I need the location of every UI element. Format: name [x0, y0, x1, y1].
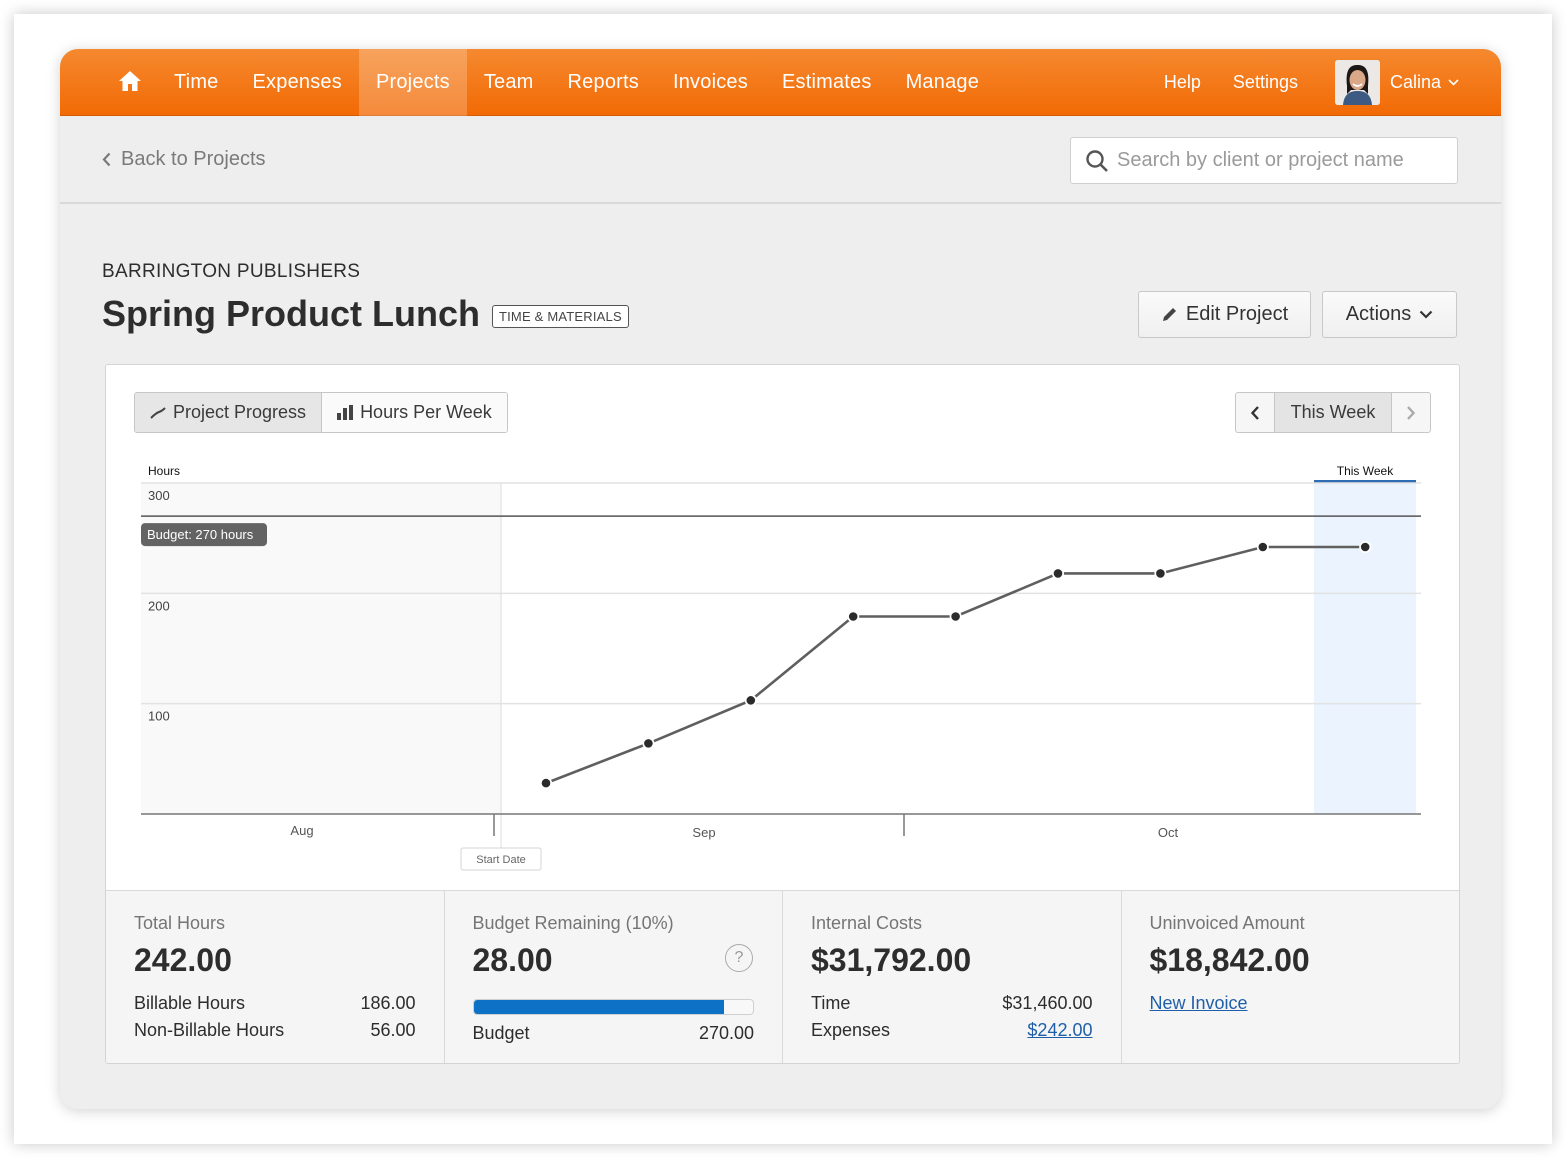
- data-point: [644, 739, 653, 748]
- search-input[interactable]: [1117, 149, 1447, 172]
- non-billable-hours-row: Non-Billable Hours 56.00: [134, 1020, 416, 1041]
- y-tick-label-100: 100: [148, 709, 170, 724]
- row-label: Budget: [472, 1023, 530, 1043]
- top-navigation: Time Expenses Projects Team Reports Invoices E…: [60, 49, 1501, 116]
- data-point: [848, 612, 858, 621]
- project-type-badge: TIME & MATERIALS: [491, 304, 629, 328]
- search-box: [1070, 137, 1458, 184]
- data-point: [951, 612, 960, 621]
- budget-progress-fill: [473, 1000, 724, 1014]
- data-point: [1156, 569, 1165, 578]
- home-icon[interactable]: [118, 69, 142, 93]
- nav-item-invoices[interactable]: Invoices: [656, 49, 765, 116]
- row-value: $31,460.00: [1002, 993, 1093, 1013]
- data-point: [541, 778, 551, 788]
- budget-remaining-value: 28.00: [472, 942, 553, 978]
- stats-bar: Total Hours 242.00 Billable Hours 186.00…: [106, 890, 1460, 1063]
- row-value: 270.00: [698, 1023, 754, 1043]
- project-title-row: Spring Product Lunch TIME & MATERIALS: [102, 293, 629, 335]
- data-point: [746, 696, 756, 705]
- x-month-label-oct: Oct: [1158, 825, 1179, 840]
- x-month-label-sep: Sep: [692, 825, 715, 840]
- user-menu[interactable]: Calina: [1390, 72, 1459, 93]
- budget-label: Budget: 270 hours: [147, 527, 254, 542]
- nav-item-team[interactable]: Team: [467, 49, 551, 116]
- x-month-label-aug: Aug: [290, 823, 313, 838]
- client-name: BARRINGTON PUBLISHERS: [102, 261, 361, 282]
- stat-label: Budget Remaining (10%): [472, 913, 674, 933]
- current-week-label: This Week: [1337, 464, 1394, 478]
- help-link[interactable]: Help: [1164, 72, 1201, 93]
- chevron-down-icon: [1448, 79, 1459, 86]
- back-to-projects-link[interactable]: Back to Projects: [102, 148, 266, 171]
- data-point: [1258, 542, 1268, 552]
- project-progress-panel: Project Progress Hours Per Week This Wee…: [105, 364, 1460, 1064]
- edit-project-label: Edit Project: [1185, 303, 1289, 325]
- start-date-label: Start Date: [476, 854, 526, 866]
- internal-costs-value: $31,792.00: [811, 942, 972, 978]
- row-value: 186.00: [360, 993, 416, 1013]
- stat-internal-costs: Internal Costs $31,792.00 Time $31,460.0…: [783, 891, 1122, 1063]
- chevron-left-icon: [102, 152, 111, 167]
- data-point: [1360, 542, 1370, 552]
- expenses-cost-row: Expenses $242.00: [811, 1020, 1093, 1041]
- new-invoice-row: New Invoice: [1150, 993, 1432, 1014]
- stat-label: Internal Costs: [811, 913, 923, 933]
- row-label: Non-Billable Hours: [134, 1020, 285, 1040]
- row-label: Billable Hours: [134, 993, 246, 1013]
- user-name: Calina: [1389, 72, 1441, 92]
- budget-row: Budget 270.00: [473, 1023, 755, 1044]
- row-label: Expenses: [811, 1020, 891, 1040]
- total-hours-value: 242.00: [134, 942, 232, 978]
- progress-chart: This Week 100 200 300 Hours Budget: 270 hours…: [141, 464, 1421, 871]
- row-value: 56.00: [370, 1020, 416, 1040]
- budget-progress-bar: [472, 999, 754, 1015]
- stat-total-hours: Total Hours 242.00 Billable Hours 186.00…: [106, 891, 445, 1063]
- chevron-down-icon: [1420, 310, 1433, 319]
- pencil-icon: [1162, 308, 1176, 321]
- nav-item-time[interactable]: Time: [157, 49, 236, 116]
- stat-label: Uninvoiced Amount: [1149, 913, 1305, 933]
- stat-label: Total Hours: [134, 913, 226, 933]
- help-icon[interactable]: ?: [725, 944, 753, 972]
- progress-line: [545, 545, 1366, 785]
- new-invoice-link[interactable]: New Invoice: [1150, 993, 1248, 1014]
- search-icon: [1086, 149, 1108, 172]
- settings-link[interactable]: Settings: [1233, 72, 1298, 93]
- edit-project-button[interactable]: Edit Project: [1138, 291, 1311, 338]
- stat-budget-remaining: Budget Remaining (10%) 28.00 ? Budget 27…: [445, 891, 783, 1063]
- y-axis-label: Hours: [148, 464, 180, 478]
- app-window: Time Expenses Projects Team Reports Invoices E…: [60, 49, 1501, 1109]
- nav-item-estimates[interactable]: Estimates: [765, 49, 889, 116]
- billable-hours-row: Billable Hours 186.00: [134, 993, 416, 1014]
- nav-item-manage[interactable]: Manage: [889, 49, 996, 116]
- actions-label: Actions: [1345, 303, 1412, 325]
- y-tick-label-200: 200: [148, 598, 170, 613]
- nav-item-expenses[interactable]: Expenses: [236, 49, 359, 116]
- nav-items: Time Expenses Projects Team Reports Invoices E…: [157, 49, 996, 116]
- data-point: [1053, 569, 1063, 578]
- project-title: Spring Product Lunch: [102, 293, 480, 334]
- nav-right: Help Settings Calina: [1132, 49, 1459, 116]
- expenses-link[interactable]: $242.00: [1027, 1020, 1092, 1041]
- actions-dropdown-button[interactable]: Actions: [1322, 291, 1457, 338]
- back-label: Back to Projects: [121, 148, 266, 170]
- current-week-highlight: [1314, 483, 1416, 814]
- stat-uninvoiced-amount: Uninvoiced Amount $18,842.00 New Invoice: [1122, 891, 1460, 1063]
- subheader: Back to Projects: [60, 116, 1501, 204]
- nav-item-reports[interactable]: Reports: [551, 49, 656, 116]
- uninvoiced-value: $18,842.00: [1149, 942, 1310, 978]
- row-label: Time: [811, 993, 851, 1013]
- nav-item-projects[interactable]: Projects: [358, 49, 467, 116]
- avatar[interactable]: [1334, 60, 1380, 105]
- y-tick-label-300: 300: [148, 488, 170, 503]
- time-cost-row: Time $31,460.00: [811, 993, 1093, 1014]
